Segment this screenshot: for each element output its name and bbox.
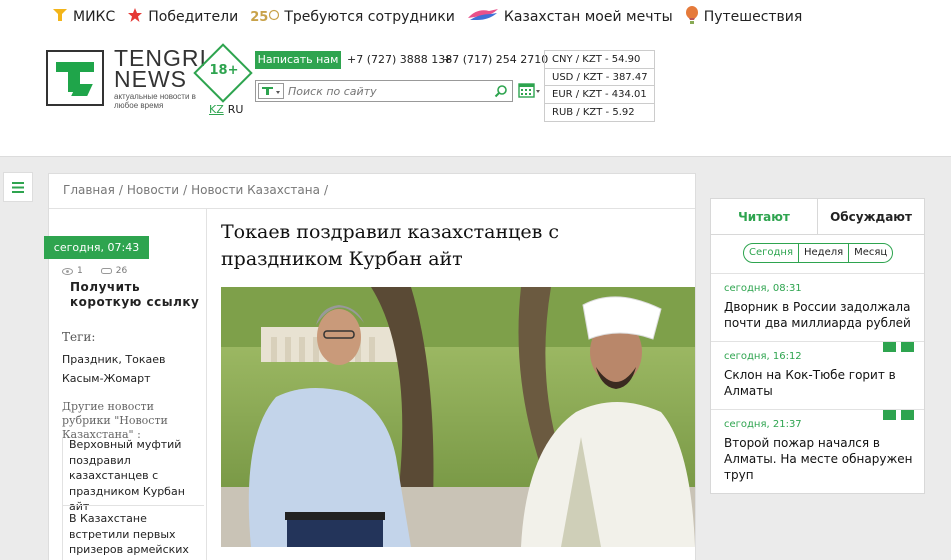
- media-icons: [878, 410, 914, 420]
- comment-icon: [100, 267, 112, 274]
- topnav-label: Победители: [148, 9, 239, 25]
- divider: [62, 505, 204, 506]
- logo-text[interactable]: TENGRI NEWS актуальные новости в любое в…: [114, 47, 207, 111]
- breadcrumb-sep: /: [323, 183, 328, 197]
- tag-icon: [52, 8, 68, 26]
- period-week[interactable]: Неделя: [799, 244, 850, 262]
- camera-icon: [883, 342, 896, 352]
- site-header: МИКС Победители 25 Требуются сотрудники …: [0, 0, 951, 157]
- news-title[interactable]: Дворник в России задолжала почти два мил…: [724, 299, 914, 331]
- period-today[interactable]: Сегодня: [744, 244, 799, 262]
- topnav-item-dream[interactable]: Казахстан моей мечты: [467, 8, 673, 26]
- news-date: сегодня, 16:12: [724, 351, 802, 362]
- article-tags[interactable]: Праздник, Токаев Касым-Жомарт: [62, 350, 202, 388]
- menu-toggle-button[interactable]: [3, 172, 33, 202]
- news-date: сегодня, 21:37: [724, 419, 802, 430]
- tab-reading[interactable]: Читают: [711, 199, 818, 234]
- lang-kz-link[interactable]: KZ: [209, 103, 224, 116]
- topnav-item-mix[interactable]: МИКС: [52, 8, 115, 26]
- search-input[interactable]: [288, 83, 488, 99]
- widget-tabs: Читают Обсуждают: [711, 199, 924, 235]
- topnav-label: Казахстан моей мечты: [503, 9, 673, 25]
- related-link[interactable]: В Казахстане встретили первых призеров а…: [62, 511, 204, 560]
- article-stats: 1 26: [62, 266, 145, 276]
- popular-widget: Читают Обсуждают Сегодня Неделя Месяц се…: [710, 198, 925, 494]
- topnav-item-winners[interactable]: Победители: [127, 7, 238, 27]
- breadcrumb-sep: /: [183, 183, 188, 197]
- tab-discussing[interactable]: Обсуждают: [818, 199, 924, 234]
- breadcrumb-kz-news[interactable]: Новости Казахстана: [191, 183, 320, 197]
- breadcrumb: Главная / Новости / Новости Казахстана /: [63, 183, 332, 197]
- folder-icon: [901, 342, 914, 352]
- top-navigation: МИКС Победители 25 Требуются сотрудники …: [52, 5, 814, 29]
- breadcrumb-news[interactable]: Новости: [127, 183, 179, 197]
- short-link-button[interactable]: Получить короткую ссылку: [70, 280, 200, 310]
- balloon-icon: [685, 6, 699, 28]
- widget-news-item[interactable]: сегодня, 08:31 Дворник в России задолжал…: [711, 273, 924, 341]
- star-icon: [127, 7, 143, 27]
- article-date-badge: сегодня, 07:43: [44, 236, 149, 259]
- views-count: 1: [77, 266, 83, 276]
- news-date: сегодня, 08:31: [724, 283, 802, 294]
- topnav-item-jobs[interactable]: 25 Требуются сотрудники: [250, 9, 455, 25]
- lang-ru-link[interactable]: RU: [228, 103, 244, 116]
- search-type-dropdown[interactable]: [258, 83, 284, 99]
- article-title: Токаев поздравил казахстанцев с праздник…: [221, 221, 560, 270]
- period-month[interactable]: Месяц: [849, 244, 892, 262]
- filter-icon: [262, 87, 280, 95]
- breadcrumb-sep: /: [118, 183, 123, 197]
- widget-news-item[interactable]: сегодня, 16:12 Склон на Кок-Тюбе горит в…: [711, 341, 924, 409]
- rate-cny: CNY / KZT - 54.90: [545, 51, 654, 69]
- related-heading: Другие новости рубрики "Новости Казахста…: [62, 400, 168, 441]
- search-icon[interactable]: [494, 83, 508, 102]
- eye-icon: [62, 267, 73, 275]
- article-photo[interactable]: [221, 287, 695, 547]
- news-title[interactable]: Склон на Кок-Тюбе горит в Алматы: [724, 367, 914, 399]
- phone-astana[interactable]: +7 (717) 254 2710: [443, 53, 548, 66]
- topnav-item-travel[interactable]: Путешествия: [685, 6, 803, 28]
- currency-rates: CNY / KZT - 54.90 USD / KZT - 387.47 EUR…: [544, 50, 655, 122]
- phone-almaty[interactable]: +7 (727) 3888 138: [347, 53, 452, 66]
- comments-count: 26: [115, 266, 128, 276]
- widget-news-item[interactable]: сегодня, 21:37 Второй пожар начался в Ал…: [711, 409, 924, 495]
- age-rating-text: 18+: [209, 63, 239, 78]
- breadcrumb-home[interactable]: Главная: [63, 183, 115, 197]
- anniversary-badge: 25: [250, 10, 269, 25]
- logo-mark[interactable]: [46, 50, 104, 106]
- rate-eur: EUR / KZT - 434.01: [545, 86, 654, 104]
- topnav-label: Путешествия: [703, 9, 803, 25]
- hamburger-icon: [12, 181, 24, 193]
- wings-icon: [467, 8, 499, 26]
- news-title[interactable]: Второй пожар начался в Алматы. На месте …: [724, 435, 914, 483]
- rate-usd: USD / KZT - 387.47: [545, 69, 654, 86]
- topnav-label: Требуются сотрудники: [284, 9, 455, 25]
- rate-rub: RUB / KZT - 5.92: [552, 106, 635, 118]
- period-switcher: Сегодня Неделя Месяц: [743, 243, 894, 263]
- write-us-button[interactable]: Написать нам: [255, 51, 341, 69]
- language-switcher: KZ RU: [209, 103, 243, 116]
- tags-heading: Теги:: [62, 330, 96, 344]
- folder-icon: [901, 410, 914, 420]
- topnav-label: МИКС: [73, 9, 116, 25]
- logo-tagline: актуальные новости в любое время: [114, 92, 196, 110]
- related-link[interactable]: Верховный муфтий поздравил казахстанцев …: [62, 437, 204, 515]
- search-box: [255, 80, 513, 102]
- camera-icon: [883, 410, 896, 420]
- calendar-icon[interactable]: [518, 82, 542, 102]
- anniversary-icon: 25: [250, 9, 280, 25]
- media-icons: [878, 342, 914, 352]
